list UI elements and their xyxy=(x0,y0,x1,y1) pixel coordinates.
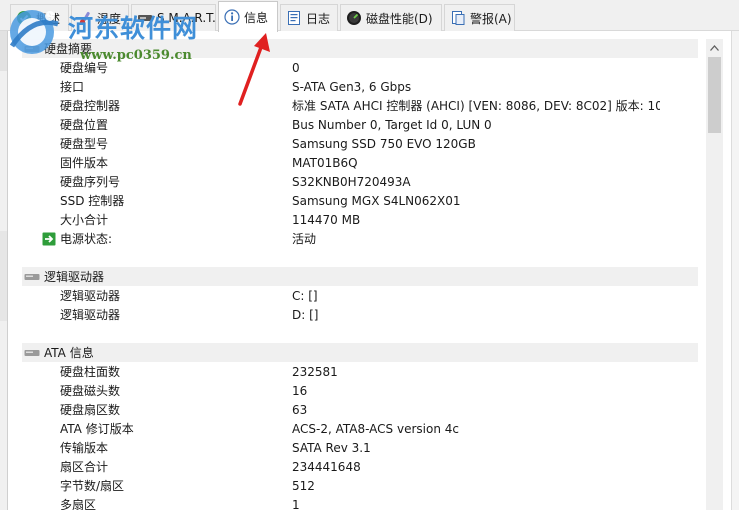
left-panel-edge xyxy=(0,31,8,510)
section-header-logical-drives: 逻辑驱动器 xyxy=(22,267,698,286)
tab-label: 磁盘性能(D) xyxy=(366,11,433,26)
info-row: 传输版本 SATA Rev 3.1 xyxy=(60,440,371,456)
section-title: 逻辑驱动器 xyxy=(44,270,105,284)
tab-disk-performance[interactable]: 磁盘性能(D) xyxy=(340,4,442,31)
info-row: 硬盘位置 Bus Number 0, Target Id 0, LUN 0 xyxy=(60,117,492,133)
vertical-scrollbar[interactable] xyxy=(706,39,723,510)
tab-info[interactable]: 信息 xyxy=(218,1,278,32)
watermark-title: 河东软件网 xyxy=(68,14,199,43)
info-list: 硬盘摘要 硬盘编号 0 接口 S-ATA Gen3, 6 Gbps 硬盘控制器 标准 … xyxy=(22,39,698,510)
watermark-logo xyxy=(2,6,66,61)
power-arrow-icon xyxy=(42,232,56,249)
watermark-url: www.pc0359.cn xyxy=(80,48,192,63)
info-row: 硬盘磁头数 16 xyxy=(60,383,308,399)
red-arrow-annotation-icon xyxy=(230,30,280,113)
gauge-icon xyxy=(346,10,362,26)
info-row: 硬盘扇区数 63 xyxy=(60,402,308,418)
tab-label: 警报(A) xyxy=(470,11,512,26)
info-row: SSD 控制器 Samsung MGX S4LN062X01 xyxy=(60,193,461,209)
info-row: 大小合计 114470 MB xyxy=(60,212,361,228)
info-row: 硬盘控制器 标准 SATA AHCI 控制器 (AHCI) [VEN: 8086,… xyxy=(60,99,660,113)
info-row: ATA 修订版本 ACS-2, ATA8-ACS version 4c xyxy=(60,421,459,437)
alert-document-icon xyxy=(450,10,466,26)
info-icon xyxy=(224,9,240,25)
info-row: 扇区合计 234441648 xyxy=(60,459,361,475)
section-header-ata-info: ATA 信息 xyxy=(22,343,698,362)
right-panel-edge xyxy=(731,31,739,510)
info-row: 固件版本 MAT01B6Q xyxy=(60,155,358,171)
section-title: ATA 信息 xyxy=(44,346,94,360)
tab-alerts[interactable]: 警报(A) xyxy=(444,4,515,31)
info-row: 硬盘型号 Samsung SSD 750 EVO 120GB xyxy=(60,136,476,152)
tab-label: 日志 xyxy=(306,11,331,26)
disk-icon xyxy=(24,347,40,359)
scrollbar-thumb[interactable] xyxy=(708,57,721,133)
log-icon xyxy=(286,10,302,26)
info-row: 多扇区 1 xyxy=(60,497,300,510)
disk-icon xyxy=(24,271,40,283)
info-row: 接口 S-ATA Gen3, 6 Gbps xyxy=(60,79,412,95)
tab-label: 信息 xyxy=(244,10,269,25)
tab-log[interactable]: 日志 xyxy=(280,4,338,31)
info-row: 硬盘序列号 S32KNB0H720493A xyxy=(60,174,411,190)
info-row: 逻辑驱动器 D: [] xyxy=(60,307,319,323)
info-row: 硬盘柱面数 232581 xyxy=(60,364,338,380)
info-row: 逻辑驱动器 C: [] xyxy=(60,288,318,304)
scroll-up-arrow-icon[interactable] xyxy=(706,39,723,56)
info-row-power-state: 电源状态: 活动 xyxy=(22,229,698,248)
info-row: 字节数/扇区 512 xyxy=(60,478,315,494)
